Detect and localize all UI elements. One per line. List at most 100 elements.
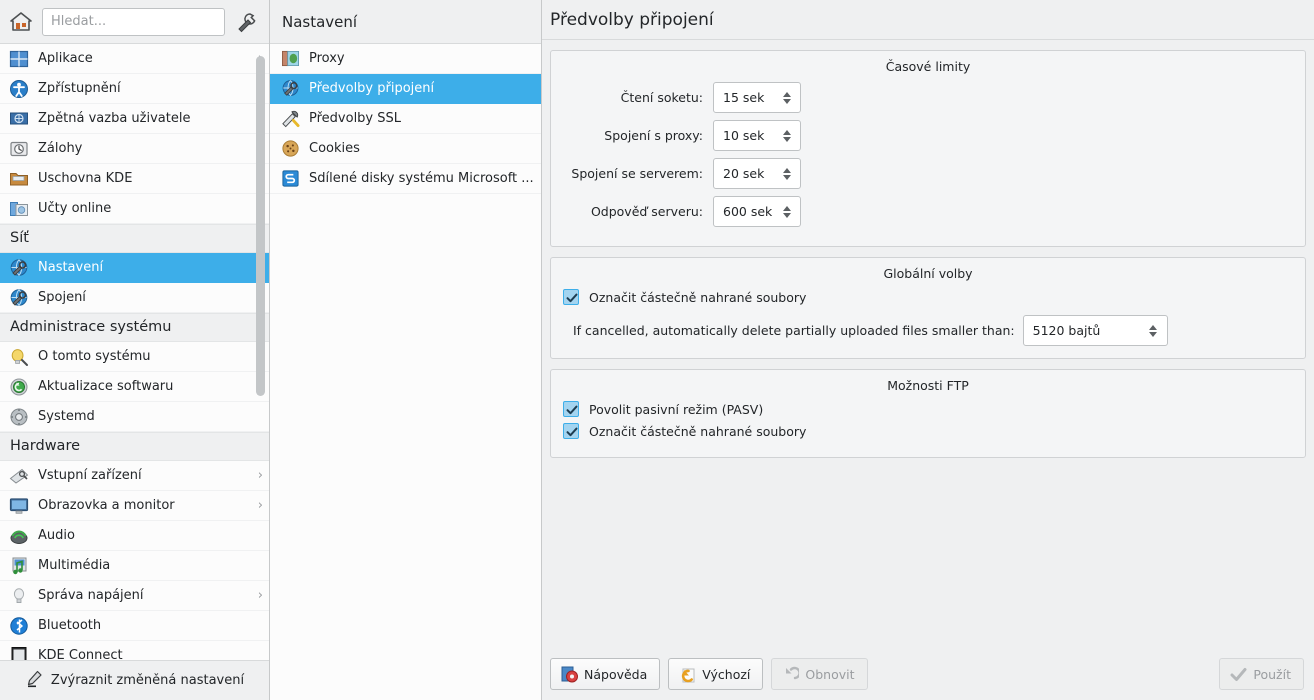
stepper-down-icon[interactable] xyxy=(782,136,792,142)
module-item-sd-len-disky-syst-mu-microsoft[interactable]: Sdílené disky systému Microsoft ... xyxy=(270,164,541,194)
ftp-option-row-0[interactable]: Povolit pasivní režim (PASV) xyxy=(563,401,1293,417)
sidebar-item-label: Zpětná vazba uživatele xyxy=(38,111,191,126)
timeout-fields: Čtení soketu: 15 sek Spojení s proxy: 10 se… xyxy=(563,82,1293,227)
stepper-up-icon[interactable] xyxy=(782,167,792,173)
sidebar-item-obrazovka-a-monitor[interactable]: Obrazovka a monitor › xyxy=(0,491,269,521)
ftp-option-checkbox-0[interactable] xyxy=(563,401,579,417)
connection-preferences-icon xyxy=(280,79,300,99)
stepper-down-icon[interactable] xyxy=(1149,331,1158,337)
timeout-spinbox-stepper[interactable] xyxy=(781,121,793,150)
chevron-right-icon: › xyxy=(257,498,263,513)
timeout-spinbox-value: 10 sek xyxy=(723,128,765,143)
sidebar-item-label: Obrazovka a monitor xyxy=(38,498,175,513)
search-input[interactable] xyxy=(42,7,225,36)
ftp-option-checkbox-1[interactable] xyxy=(563,423,579,439)
sidebar-item-vstupn-za-zen[interactable]: Vstupní zařízení › xyxy=(0,461,269,491)
timeout-spinbox-value: 15 sek xyxy=(723,90,765,105)
stepper-up-icon[interactable] xyxy=(782,91,792,97)
systemd-icon xyxy=(8,406,30,428)
sidebar-item-aktualizace-softwaru[interactable]: Aktualizace softwaru xyxy=(0,372,269,402)
sidebar-item-zp-tn-vazba-u-ivatele[interactable]: Zpětná vazba uživatele xyxy=(0,104,269,134)
timeout-spinbox-stepper[interactable] xyxy=(781,159,793,188)
sidebar-item-schovna-kde[interactable]: Úschovna KDE xyxy=(0,164,269,194)
display-monitor-icon xyxy=(8,495,30,517)
stepper-down-icon[interactable] xyxy=(782,212,792,218)
sidebar-item-zp-stupn-n[interactable]: Zpřístupnění xyxy=(0,74,269,104)
module-item-label: Předvolby SSL xyxy=(309,111,402,126)
sidebar-item-label: Úschovna KDE xyxy=(38,171,133,186)
timeouts-group: Časové limity Čtení soketu: 15 sek Spojení… xyxy=(550,50,1306,247)
applications-icon xyxy=(8,48,30,70)
timeout-spinbox-stepper[interactable] xyxy=(781,83,793,112)
stepper-up-icon[interactable] xyxy=(1149,324,1158,330)
sidebar-item-ty-online[interactable]: Účty online xyxy=(0,194,269,224)
timeout-spinbox-value: 600 sek xyxy=(723,204,773,219)
reset-icon xyxy=(781,665,799,683)
highlight-changed-settings-label: Zvýraznit změněná nastavení xyxy=(50,673,245,688)
stepper-up-icon[interactable] xyxy=(782,205,792,211)
timeout-spinbox-3[interactable]: 600 sek xyxy=(713,196,801,227)
sidebar-item-bluetooth[interactable]: Bluetooth xyxy=(0,611,269,641)
sidebar-item-audio[interactable]: Audio xyxy=(0,521,269,551)
wrench-icon[interactable] xyxy=(233,9,261,35)
stepper-up-icon[interactable] xyxy=(782,129,792,135)
help-icon xyxy=(560,665,578,683)
network-connections-icon xyxy=(8,287,30,309)
highlight-changed-settings-button[interactable]: Zvýraznit změněná nastavení xyxy=(0,660,269,700)
timeout-spinbox-0[interactable]: 15 sek xyxy=(713,82,801,113)
module-list: Proxy Předvolby připojení Předvolby SSL Coo… xyxy=(270,44,541,700)
input-devices-icon xyxy=(8,465,30,487)
module-list-panel: Nastavení Proxy Předvolby připojení Předvo… xyxy=(270,0,542,700)
timeout-spinbox-stepper[interactable] xyxy=(781,197,793,226)
sidebar-item-aplikace[interactable]: Aplikace› xyxy=(0,44,269,74)
about-system-icon xyxy=(8,346,30,368)
defaults-button[interactable]: Výchozí xyxy=(668,658,764,690)
module-item-p-edvolby-ssl[interactable]: Předvolby SSL xyxy=(270,104,541,134)
module-item-label: Předvolby připojení xyxy=(309,81,435,96)
sidebar-item-label: Aktualizace softwaru xyxy=(38,379,174,394)
sidebar-item-z-lohy[interactable]: Zálohy xyxy=(0,134,269,164)
highlighter-icon xyxy=(25,670,43,691)
stepper-down-icon[interactable] xyxy=(782,98,792,104)
sidebar-category-header: Administrace systému xyxy=(0,313,269,342)
timeout-field-label: Spojení se serverem: xyxy=(571,166,703,181)
help-button[interactable]: Nápověda xyxy=(550,658,661,690)
sidebar-list: Aplikace›Zpřístupnění Zpětná vazba uživat… xyxy=(0,44,269,660)
sidebar-item-o-tomto-syst-mu[interactable]: O tomto systému xyxy=(0,342,269,372)
sidebar-item-multim-dia[interactable]: Multimédia xyxy=(0,551,269,581)
ftp-option-row-1[interactable]: Označit částečně nahrané soubory xyxy=(563,423,1293,439)
home-icon[interactable] xyxy=(8,10,34,34)
bluetooth-icon xyxy=(8,615,30,637)
module-item-p-edvolby-p-ipojen[interactable]: Předvolby připojení xyxy=(270,74,541,104)
online-accounts-icon xyxy=(8,198,30,220)
sidebar-item-systemd[interactable]: Systemd xyxy=(0,402,269,432)
multimedia-icon xyxy=(8,555,30,577)
sidebar-item-nastaven[interactable]: Nastavení› xyxy=(0,253,269,283)
timeout-spinbox-1[interactable]: 10 sek xyxy=(713,120,801,151)
ftp-option-label: Označit částečně nahrané soubory xyxy=(589,423,807,439)
chevron-right-icon: › xyxy=(257,468,263,483)
module-item-proxy[interactable]: Proxy xyxy=(270,44,541,74)
global-mark-partial-checkbox-row[interactable]: Označit částečně nahrané soubory xyxy=(563,289,1293,305)
page-title: Předvolby připojení xyxy=(542,0,1314,40)
timeout-field-label: Spojení s proxy: xyxy=(604,128,703,143)
sidebar-item-label: Spojení xyxy=(38,290,86,305)
apply-button: Použít xyxy=(1219,658,1304,690)
timeout-spinbox-2[interactable]: 20 sek xyxy=(713,158,801,189)
global-mark-partial-checkbox[interactable] xyxy=(563,289,579,305)
module-item-cookies[interactable]: Cookies xyxy=(270,134,541,164)
sidebar-item-kde-connect[interactable]: KDE Connect xyxy=(0,641,269,660)
sidebar-item-label: Audio xyxy=(38,528,75,543)
auto-delete-size-spinbox[interactable]: 5120 bajtů xyxy=(1022,315,1168,346)
sidebar-item-label: Účty online xyxy=(38,201,112,216)
sidebar-item-spr-va-nap-jen[interactable]: Správa napájení › xyxy=(0,581,269,611)
stepper-down-icon[interactable] xyxy=(782,174,792,180)
auto-delete-size-stepper[interactable] xyxy=(1148,316,1160,345)
sidebar-scroll-area[interactable]: Aplikace›Zpřístupnění Zpětná vazba uživat… xyxy=(0,44,269,660)
sidebar-item-label: Systemd xyxy=(38,409,95,424)
network-settings-icon xyxy=(8,257,30,279)
sidebar-item-spojen[interactable]: Spojení xyxy=(0,283,269,313)
sidebar-toolbar xyxy=(0,0,269,44)
timeout-field-row: Spojení s proxy: 10 sek xyxy=(563,120,1293,151)
sidebar-scrollbar[interactable] xyxy=(256,56,265,396)
